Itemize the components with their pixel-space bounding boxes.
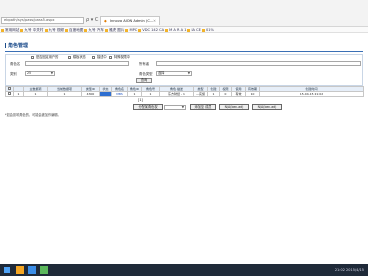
table-cell: 东方财经 - 1 [159,91,194,97]
browser-toolbar: ebpath/sys/pass/pass5.aspx ρ ▾ C ✕ ◆ Inn… [0,0,368,27]
checkbox-desc-label: 描述中 [97,55,107,59]
tab-title: Innova AION Admin (C... [109,19,154,23]
table-cell: 1 [127,91,142,97]
browser-tab[interactable]: ◆ Innova AION Admin (C... ✕ [100,16,160,25]
favorite-link[interactable]: VDC 142 CA [142,28,164,32]
role-name-input[interactable] [25,61,129,66]
checkbox-fixed-user[interactable] [31,56,34,59]
favorite-icon [65,28,69,32]
na-button-b[interactable]: N/A(bec.ad) [252,104,282,110]
category-select-value: 25 [27,71,32,75]
favorite-link[interactable]: 常用网站 [5,28,19,32]
checkbox-special-label: 特殊权限中 [114,55,130,59]
table-cell: —实施 [193,91,208,97]
title-divider [5,51,363,52]
clock: 21:02 [334,268,345,272]
table-cell: 10 [245,91,260,97]
checkbox-special[interactable] [109,56,112,59]
pagination[interactable]: [1] [138,98,143,102]
add-member-button[interactable]: 添加至 成员 [190,104,216,110]
table-cell: 1 [141,91,160,97]
category-select[interactable]: 25 ▼ [25,71,55,76]
category-label: 类别 [10,72,17,76]
table-cell: 1 [23,91,48,97]
table-cell[interactable]: MBS [111,91,128,97]
favorite-link[interactable]: MPC [129,28,137,32]
chevron-down-icon: ▼ [187,71,190,75]
page-title: 角色管理 [5,43,28,49]
start-icon[interactable] [4,267,10,273]
favorite-link[interactable]: 01% [206,28,214,32]
app-icon[interactable] [40,266,48,274]
role-type-select-value: 选择 [158,71,165,75]
date: 2015/4/15 [346,268,364,272]
table-cell: 1 [207,91,220,97]
checkbox-desc[interactable] [92,56,95,59]
table-body: 1 1 1 4300 MBS 1 1 东方财经 - 1 —实施 1 0 有效 10 15-04-15 21… [5,91,364,97]
close-tab-icon[interactable]: ✕ [153,18,156,25]
favorite-icon [165,28,169,32]
explorer-icon[interactable] [16,266,24,274]
chevron-down-icon: ▼ [181,104,184,109]
footnote: *如会影响角色的，可能会被加作编辑。 [5,113,61,117]
favorite-icon [1,28,4,32]
favorite-icon [201,28,205,32]
search-form: 角色名 是否固定用户的 模板状态 描述中 特殊权限中 所有者 类别 25 ▼ 角… [5,54,363,86]
roles-table: 主数据项 当前数据项 类型ID 状态 角色名 角色ID 角色号 角色·描述 类型 创建 权限 使用 有效… [5,86,364,97]
checkbox-template[interactable] [68,56,71,59]
table-cell: 1 [13,91,24,97]
favorite-link[interactable]: 九号 中关村 [24,28,43,32]
system-tray: 21:02 2015/4/15 [335,267,364,273]
table-cell: 有效 [231,91,246,97]
favorite-icon [104,28,108,32]
favorite-icon [138,28,142,32]
favorite-link[interactable]: 百度地图 [69,28,83,32]
role-type-label: 角色类型 [139,72,153,76]
favorite-icon [20,28,24,32]
table-cell: 15-04-15 21:02 [259,91,364,97]
favorite-link[interactable]: M A R A 1 [169,28,186,32]
favorites-bar: 常用网站 九号 中关村 九号 视频 百度地图 九号 汽车 雅虎 图片 MPC VDC 142 … [0,27,368,33]
chevron-down-icon: ▼ [50,71,53,75]
permission-select[interactable]: ▼ [164,104,186,110]
row-checkbox-cell[interactable] [5,91,14,97]
owner-label: 所有者 [139,62,150,66]
favicon-icon: ◆ [104,19,107,23]
favorite-icon [84,28,88,32]
taskbar: 21:02 2015/4/15 [0,264,368,276]
search-button[interactable]: 查询 [136,78,152,83]
na-button-a[interactable]: N/A(bec.ad) [219,104,249,110]
table-cell: 1 [47,91,82,97]
table-cell: 0 [219,91,232,97]
select-all-checkbox[interactable] [8,87,11,91]
favorite-link[interactable]: 九号 视频 [49,28,65,32]
favorite-link[interactable]: 九号 汽车 [88,28,104,32]
status-cell [99,91,112,97]
table-cell: 4300 [81,91,100,97]
browser-icon[interactable] [28,266,36,274]
checkbox-fixed-user-label: 是否固定用户的 [36,55,59,59]
row-checkbox[interactable] [8,92,11,96]
favorite-link[interactable]: 雅虎 图片 [109,28,125,32]
checkbox-template-label: 模板状态 [73,55,86,59]
assign-permission-button[interactable]: 分配某角色权 [133,104,163,110]
owner-input[interactable] [156,61,361,66]
favorite-link[interactable]: IA CE [191,28,200,32]
role-type-select[interactable]: 选择 ▼ [156,71,192,76]
address-bar[interactable]: ebpath/sys/pass/pass5.aspx [1,17,84,24]
role-name-label: 角色名 [10,62,21,66]
favorite-icon [44,28,48,32]
table-row[interactable]: 1 1 1 4300 MBS 1 1 东方财经 - 1 —实施 1 0 有效 10 15-04-15 21… [5,91,364,97]
